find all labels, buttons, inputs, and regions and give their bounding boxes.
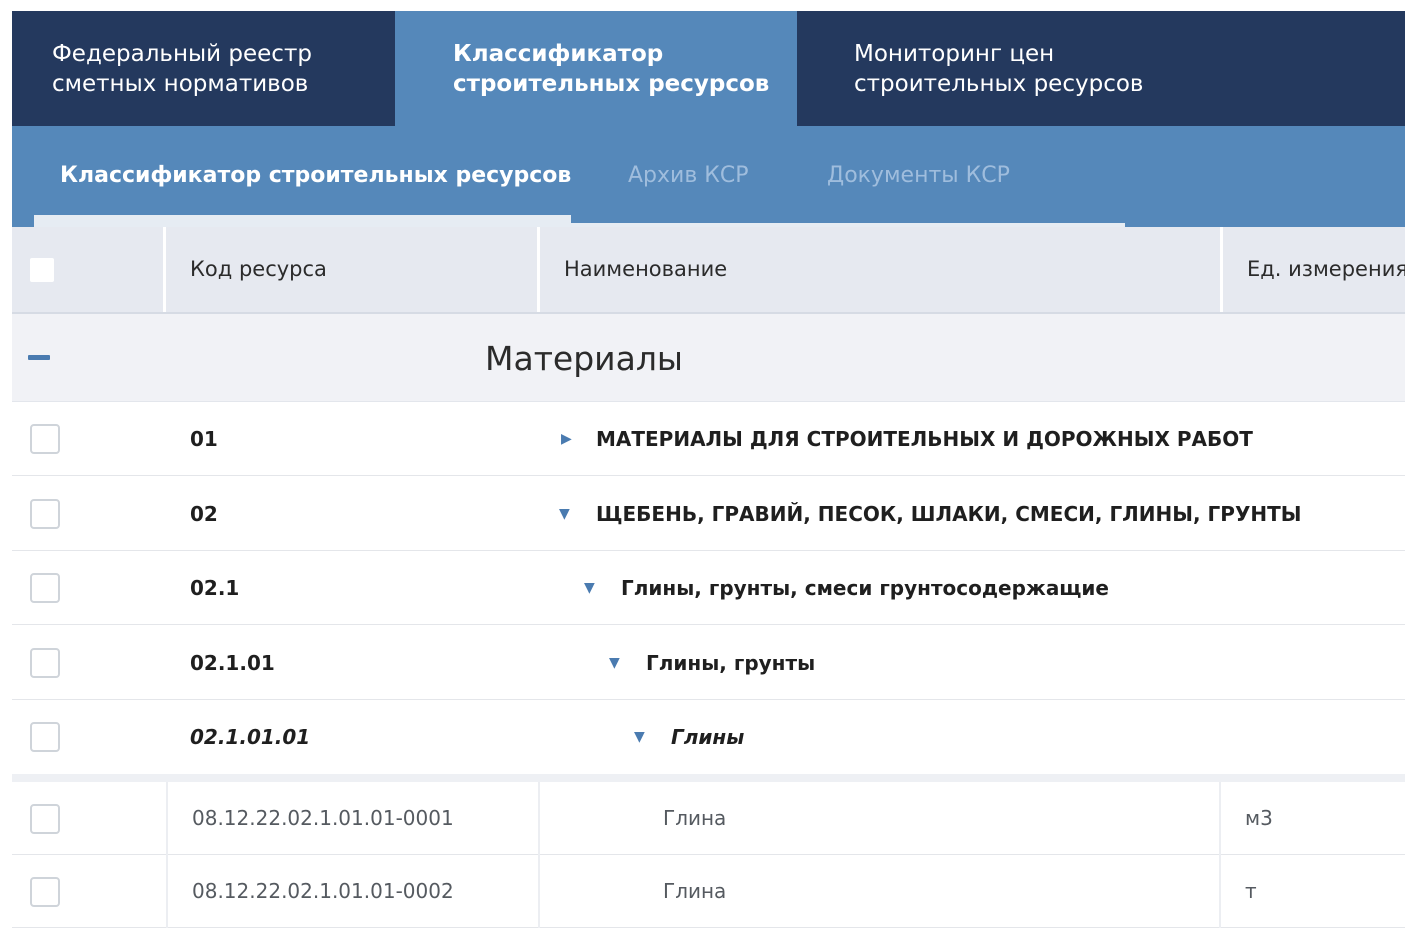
column-divider [538,782,540,855]
column-divider [538,855,540,928]
column-divider [1219,782,1221,855]
header-code-label: Код ресурса [190,257,327,281]
expand-arrow-icon[interactable]: ▶ [561,432,572,446]
sub-navigation: Классификатор строительных ресурсов Архи… [12,126,1405,227]
row-code: 01 [190,427,218,451]
column-divider [1219,855,1221,928]
row-code: 02.1.01.01 [190,725,311,749]
row-name: Глины [671,725,745,749]
tab-federal-registry[interactable]: Федеральный реестр сметных нормативов [12,11,395,126]
row-unit: м3 [1245,806,1273,830]
collapse-arrow-icon[interactable]: ▼ [634,730,645,744]
row-code: 02.1.01 [190,651,275,675]
row-checkbox[interactable] [30,424,60,454]
resource-row[interactable]: 08.12.22.02.1.01.01-0002 Глина т [12,855,1405,928]
row-name: МАТЕРИАЛЫ ДЛЯ СТРОИТЕЛЬНЫХ И ДОРОЖНЫХ РА… [596,427,1253,451]
subtab-ksr-archive[interactable]: Архив КСР [628,162,749,190]
category-row[interactable]: 01 ▶ МАТЕРИАЛЫ ДЛЯ СТРОИТЕЛЬНЫХ И ДОРОЖН… [12,402,1405,476]
category-row[interactable]: 02.1.01 ▼ Глины, грунты [12,625,1405,700]
row-unit: т [1245,879,1257,903]
row-name: Глины, грунты [646,651,816,675]
collapse-group-icon[interactable] [28,355,50,360]
row-name: ЩЕБЕНЬ, ГРАВИЙ, ПЕСОК, ШЛАКИ, СМЕСИ, ГЛИ… [596,502,1302,526]
category-row[interactable]: 02.1 ▼ Глины, грунты, смеси грунтосодерж… [12,551,1405,625]
collapse-arrow-icon[interactable]: ▼ [609,656,620,670]
collapse-arrow-icon[interactable]: ▼ [584,581,595,595]
resource-row[interactable]: 08.12.22.02.1.01.01-0001 Глина м3 [12,782,1405,855]
header-select-cell [12,227,166,312]
header-unit-cell[interactable]: Ед. измерения [1223,227,1405,312]
active-subtab-indicator [34,215,571,227]
tab-price-monitoring[interactable]: Мониторинг цен строительных ресурсов [797,11,1405,126]
tab-resource-classifier[interactable]: Классификатор строительных ресурсов [395,11,797,126]
subtab-classifier[interactable]: Классификатор строительных ресурсов [60,162,571,190]
group-title: Материалы [485,339,683,378]
row-code: 02.1 [190,576,240,600]
row-name: Глины, грунты, смеси грунтосодержащие [621,576,1109,600]
category-row[interactable]: 02.1.01.01 ▼ Глины [12,700,1405,774]
row-checkbox[interactable] [30,573,60,603]
row-checkbox[interactable] [30,499,60,529]
top-navigation: Федеральный реестр сметных нормативов Кл… [12,11,1405,126]
app-frame: Федеральный реестр сметных нормативов Кл… [12,11,1405,931]
column-divider [166,782,168,855]
rows-splitter [12,774,1405,782]
row-code: 02 [190,502,218,526]
table-header: Код ресурса Наименование Ед. измерения [12,227,1405,314]
select-all-checkbox[interactable] [30,258,54,282]
category-row[interactable]: 02 ▼ ЩЕБЕНЬ, ГРАВИЙ, ПЕСОК, ШЛАКИ, СМЕСИ… [12,476,1405,551]
row-code: 08.12.22.02.1.01.01-0001 [192,806,454,830]
row-code: 08.12.22.02.1.01.01-0002 [192,879,454,903]
header-name-label: Наименование [564,257,728,281]
collapse-arrow-icon[interactable]: ▼ [559,507,570,521]
group-row-materials: Материалы [12,314,1405,402]
row-checkbox[interactable] [30,804,60,834]
column-divider [166,855,168,928]
row-checkbox[interactable] [30,877,60,907]
row-checkbox[interactable] [30,648,60,678]
header-code-cell[interactable]: Код ресурса [166,227,540,312]
header-name-cell[interactable]: Наименование [540,227,1223,312]
row-checkbox[interactable] [30,722,60,752]
subtab-ksr-documents[interactable]: Документы КСР [827,162,1010,190]
row-name: Глина [663,806,727,830]
row-name: Глина [663,879,727,903]
header-unit-label: Ед. измерения [1247,257,1405,281]
